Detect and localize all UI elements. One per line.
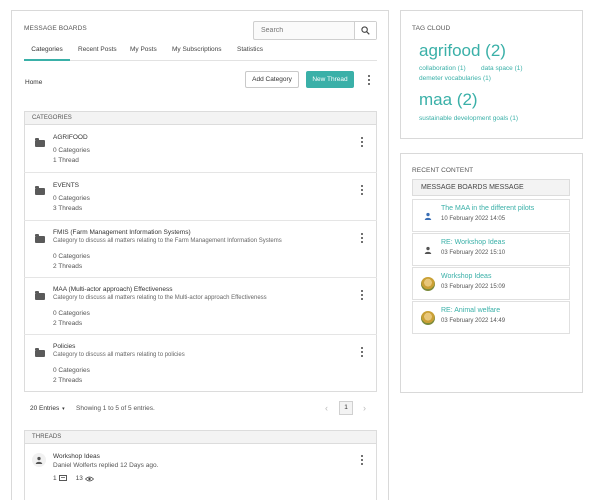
folder-icon	[35, 291, 45, 300]
category-count: 0 Categories	[53, 253, 90, 260]
category-options-icon[interactable]	[359, 185, 365, 195]
recent-content-item[interactable]: RE: Workshop Ideas 03 February 2022 15:1…	[412, 233, 570, 266]
recent-content-link[interactable]: Workshop Ideas	[441, 273, 491, 280]
user-avatar-icon	[32, 453, 46, 467]
tag-cloud-title: TAG CLOUD	[412, 25, 451, 32]
category-name[interactable]: AGRIFOOD	[53, 134, 88, 141]
new-thread-button[interactable]: New Thread	[306, 71, 354, 88]
tab-categories[interactable]: Categories	[24, 46, 70, 61]
recent-content-date: 03 February 2022 15:09	[441, 284, 506, 290]
eye-icon	[84, 476, 94, 481]
category-count: 0 Categories	[53, 195, 90, 202]
thread-options-icon[interactable]	[359, 455, 365, 465]
category-row[interactable]: EVENTS 0 Categories 3 Threads	[24, 173, 377, 221]
caret-down-icon: ▾	[62, 406, 65, 412]
pagination-next-icon[interactable]: ›	[363, 403, 366, 413]
category-row[interactable]: Policies Category to discuss all matters…	[24, 335, 377, 392]
tab-my-subscriptions[interactable]: My Subscriptions	[172, 46, 222, 53]
thread-count: 1 Thread	[53, 157, 79, 164]
category-count: 0 Categories	[53, 310, 90, 317]
search-input[interactable]	[254, 22, 354, 39]
view-count: 13	[75, 475, 83, 482]
categories-header-label: CATEGORIES	[32, 115, 72, 121]
category-row[interactable]: MAA (Multi-actor approach) Effectiveness…	[24, 278, 377, 335]
thread-row[interactable]: Workshop Ideas Daniel Wolferts replied 1…	[24, 444, 377, 500]
search-icon	[361, 26, 370, 35]
recent-content-item[interactable]: RE: Animal welfare 03 February 2022 14:4…	[412, 301, 570, 334]
recent-content-link[interactable]: RE: Animal welfare	[441, 307, 500, 314]
tag-collaboration[interactable]: collaboration (1)	[419, 65, 466, 72]
thread-title[interactable]: Workshop Ideas	[53, 453, 100, 460]
folder-icon	[35, 348, 45, 357]
pagination-page-1[interactable]: 1	[339, 401, 353, 415]
recent-content-item[interactable]: Workshop Ideas 03 February 2022 15:09	[412, 267, 570, 300]
entries-per-page-label: 20 Entries	[30, 405, 60, 412]
folder-icon	[35, 186, 45, 195]
thread-stats: 1 13	[53, 475, 94, 482]
recent-content-date: 03 February 2022 14:49	[441, 318, 506, 324]
tag-agrifood[interactable]: agrifood (2)	[419, 41, 506, 61]
tab-recent-posts[interactable]: Recent Posts	[78, 46, 117, 53]
recent-content-item[interactable]: The MAA in the different pilots 10 Febru…	[412, 199, 570, 232]
thread-count: 2 Threads	[53, 377, 83, 384]
category-name[interactable]: MAA (Multi-actor approach) Effectiveness	[53, 286, 172, 293]
toolbar-options-icon[interactable]	[366, 75, 372, 85]
reply-icon	[58, 475, 67, 481]
pagination-summary: Showing 1 to 5 of 5 entries.	[76, 405, 155, 412]
add-category-button[interactable]: Add Category	[245, 71, 299, 88]
photo-avatar	[421, 277, 435, 291]
search-button[interactable]	[354, 22, 376, 39]
category-options-icon[interactable]	[359, 233, 365, 243]
tag-data-space[interactable]: data space (1)	[481, 65, 523, 72]
threads-header-label: THREADS	[32, 434, 62, 440]
recent-content-title: RECENT CONTENT	[412, 167, 474, 174]
category-description: Category to discuss all matters relating…	[53, 352, 185, 358]
breadcrumb[interactable]: Home	[25, 79, 42, 86]
thread-count: 2 Threads	[53, 263, 83, 270]
folder-icon	[35, 138, 45, 147]
tag-maa[interactable]: maa (2)	[419, 90, 478, 110]
category-options-icon[interactable]	[359, 137, 365, 147]
tab-statistics[interactable]: Statistics	[237, 46, 263, 53]
recent-content-date: 10 February 2022 14:05	[441, 216, 506, 222]
recent-content-link[interactable]: The MAA in the different pilots	[441, 205, 534, 212]
tab-my-posts[interactable]: My Posts	[130, 46, 157, 53]
categories-header: CATEGORIES	[24, 111, 377, 125]
entries-per-page-select[interactable]: 20 Entries ▾	[30, 405, 65, 412]
category-name[interactable]: EVENTS	[53, 182, 79, 189]
category-count: 0 Categories	[53, 147, 90, 154]
category-options-icon[interactable]	[359, 290, 365, 300]
thread-count: 2 Threads	[53, 320, 83, 327]
pagination-prev-icon[interactable]: ‹	[325, 403, 328, 413]
category-name[interactable]: Policies	[53, 343, 75, 350]
category-description: Category to discuss all matters relating…	[53, 238, 282, 244]
user-avatar-icon	[421, 209, 435, 223]
recent-content-date: 03 February 2022 15:10	[441, 250, 506, 256]
recent-content-header-label: MESSAGE BOARDS MESSAGE	[421, 184, 524, 191]
recent-content-header: MESSAGE BOARDS MESSAGE	[412, 179, 570, 196]
category-count: 0 Categories	[53, 367, 90, 374]
category-row[interactable]: AGRIFOOD 0 Categories 1 Thread	[24, 125, 377, 173]
page-title: MESSAGE BOARDS	[24, 25, 87, 32]
category-name[interactable]: FMIS (Farm Management Information System…	[53, 229, 191, 236]
thread-subtitle: Daniel Wolferts replied 12 Days ago.	[53, 462, 159, 469]
tag-demeter-vocabularies[interactable]: demeter vocabularies (1)	[419, 75, 491, 82]
folder-icon	[35, 234, 45, 243]
tag-sustainable-development-goals[interactable]: sustainable development goals (1)	[419, 115, 518, 122]
search-box	[253, 21, 377, 40]
tab-bar: Categories Recent Posts My Posts My Subs…	[24, 44, 377, 61]
user-avatar-icon	[421, 243, 435, 257]
reply-count: 1	[53, 475, 57, 482]
category-options-icon[interactable]	[359, 347, 365, 357]
category-row[interactable]: FMIS (Farm Management Information System…	[24, 221, 377, 278]
thread-count: 3 Threads	[53, 205, 83, 212]
recent-content-link[interactable]: RE: Workshop Ideas	[441, 239, 505, 246]
threads-header: THREADS	[24, 430, 377, 444]
category-description: Category to discuss all matters relating…	[53, 295, 267, 301]
photo-avatar	[421, 311, 435, 325]
